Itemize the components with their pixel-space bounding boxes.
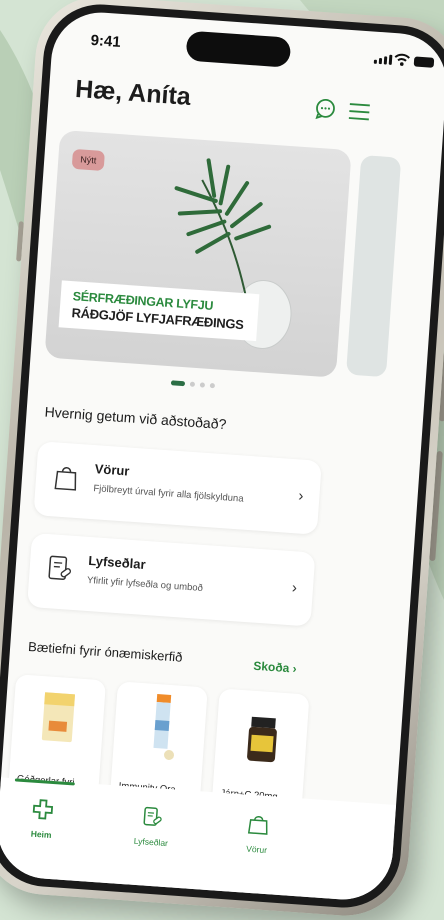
promo-banner[interactable]: Nýtt SÉRFRÆÐINGAR LYFJU RÁÐGJÖF LYFJAFRÆ… xyxy=(44,130,351,378)
next-banner-peek[interactable] xyxy=(346,155,401,377)
dynamic-island xyxy=(186,31,292,68)
carousel-dot[interactable] xyxy=(190,382,195,387)
prescription-icon xyxy=(47,554,75,584)
tab-heim[interactable]: Heim xyxy=(11,796,74,841)
chevron-right-icon: › xyxy=(298,487,304,504)
effervescent-tube-image xyxy=(112,685,207,771)
tab-lyfsedlar-label: Lyfseðlar xyxy=(121,835,182,849)
supplement-jar-image xyxy=(214,692,309,778)
card-vorur[interactable]: Vörur Fjölbreytt úrval fyrir alla fjölsk… xyxy=(33,441,321,535)
chevron-right-icon: › xyxy=(291,579,297,596)
carousel-dot-active[interactable] xyxy=(171,380,185,386)
status-time: 9:41 xyxy=(90,32,121,51)
card-vorur-subtitle: Fjölbreytt úrval fyrir alla fjölskylduna xyxy=(93,483,244,504)
card-vorur-title: Vörur xyxy=(94,461,130,478)
home-icon xyxy=(31,798,54,821)
card-lyfsedlar-subtitle: Yfirlit yfir lyfseðla og umboð xyxy=(87,575,204,594)
chat-icon[interactable] xyxy=(314,98,337,121)
tab-heim-label: Heim xyxy=(11,827,72,841)
phone-device: 9:41 Hæ, Aníta xyxy=(0,0,444,920)
signal-icon xyxy=(374,54,393,65)
shopping-bag-icon xyxy=(53,462,79,492)
products-section-title: Bætiefni fyrir ónæmiskerfið xyxy=(28,639,183,665)
carousel-dots[interactable] xyxy=(171,380,215,388)
tab-vorur-label: Vörur xyxy=(226,842,287,856)
carousel-dot[interactable] xyxy=(210,383,215,388)
tab-lyfsedlar[interactable]: Lyfseðlar xyxy=(121,804,184,849)
prescription-icon xyxy=(141,805,164,828)
card-lyfsedlar[interactable]: Lyfseðlar Yfirlit yfir lyfseðla og umboð… xyxy=(27,533,315,627)
card-lyfsedlar-title: Lyfseðlar xyxy=(88,553,146,572)
app-screen: 9:41 Hæ, Aníta xyxy=(0,9,444,903)
probiotic-box-image xyxy=(10,678,105,764)
help-section-title: Hvernig getum við aðstoðað? xyxy=(44,404,227,433)
menu-icon[interactable] xyxy=(348,102,371,121)
new-badge: Nýtt xyxy=(72,149,105,171)
greeting-title: Hæ, Aníta xyxy=(74,75,191,112)
carousel-dot[interactable] xyxy=(200,382,205,387)
shopping-bag-icon xyxy=(247,813,270,836)
wifi-icon xyxy=(394,52,411,67)
see-all-label: Skoða xyxy=(253,659,290,675)
tab-vorur[interactable]: Vörur xyxy=(226,811,289,856)
battery-icon xyxy=(414,56,435,67)
see-all-link[interactable]: Skoða › xyxy=(253,659,297,676)
